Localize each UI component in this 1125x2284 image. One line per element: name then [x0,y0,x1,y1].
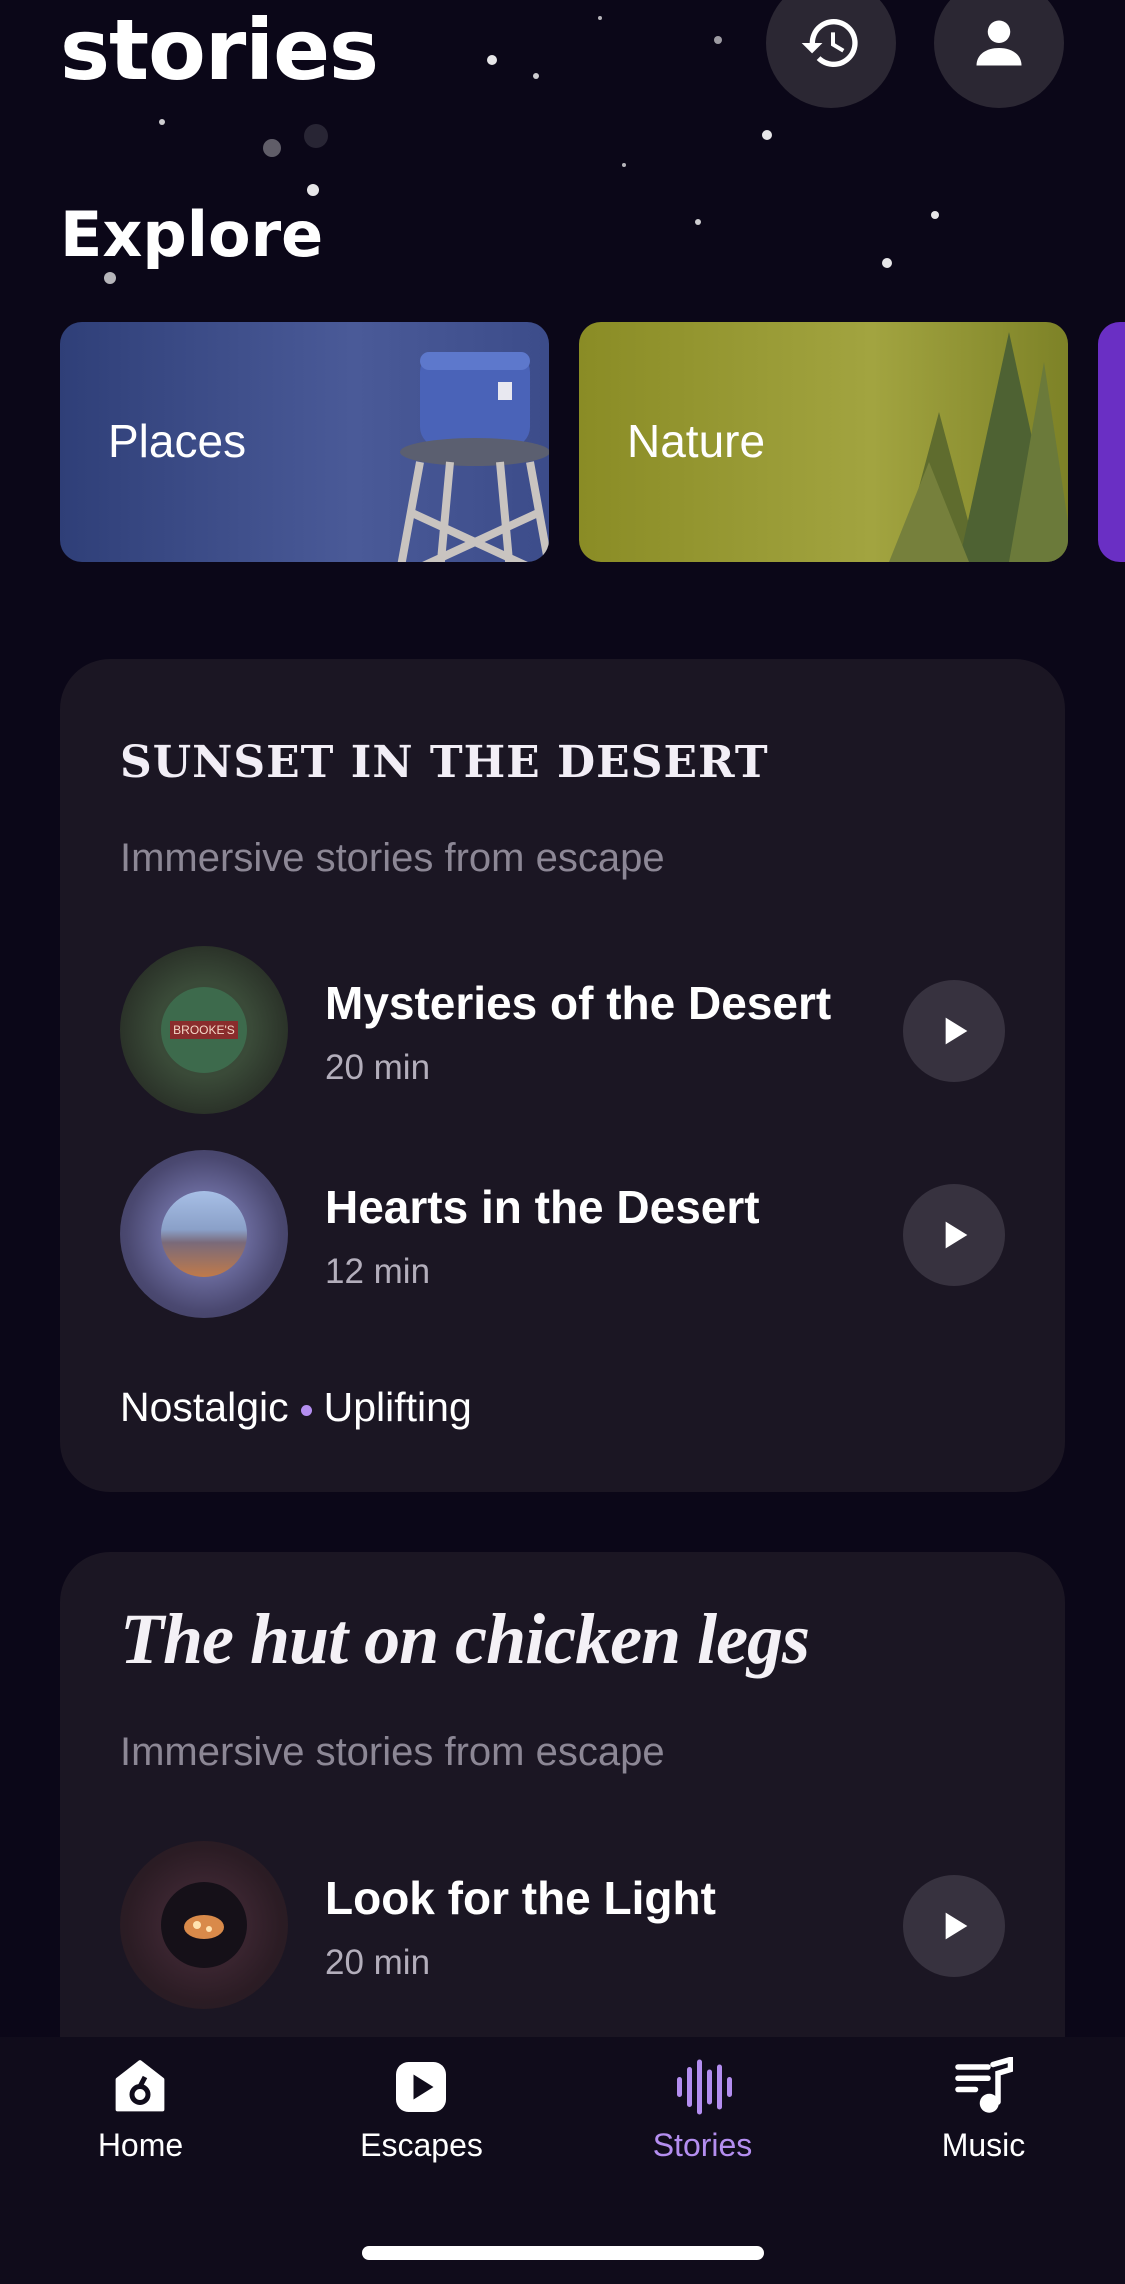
category-card-nature[interactable]: Nature [579,322,1068,562]
nav-label: Stories [652,2127,753,2163]
story-thumbnail [120,1841,288,2009]
story-duration: 20 min [325,1943,431,1982]
play-icon [945,1912,968,1940]
nav-item-music[interactable]: Music [843,2057,1124,2187]
category-card-partial[interactable] [1098,322,1125,562]
category-card-places[interactable]: Places [60,322,549,562]
story-item[interactable]: BROOKE'S Mysteries of the Desert 20 min [120,946,1005,1116]
profile-icon [976,20,1022,66]
tag: Uplifting [323,1384,472,1430]
story-thumbnail: BROOKE'S [120,946,288,1114]
play-icon [945,1221,968,1249]
collection-title: SUNSET IN THE DESERT [120,737,769,788]
category-label: Nature [627,415,766,467]
category-label: Places [108,415,247,467]
story-item[interactable]: Hearts in the Desert 12 min [120,1150,1005,1320]
home-icon [115,2060,165,2112]
app-title: stories [60,1,379,99]
play-icon [945,1017,968,1045]
story-thumbnail [120,1150,288,1318]
profile-button[interactable] [934,0,1064,108]
nav-label: Music [941,2127,1026,2163]
nav-item-stories[interactable]: Stories [562,2057,843,2187]
lantern-image [184,1915,224,1939]
story-duration: 20 min [325,1048,431,1087]
mood-tags: Nostalgic Uplifting [120,1384,472,1431]
collection-subtitle: Immersive stories from escape [120,1730,665,1774]
nav-label: Home [97,2127,184,2163]
soundwave-icon [677,2059,732,2115]
play-button[interactable] [903,980,1005,1082]
tag-separator-dot [300,1404,312,1416]
play-button[interactable] [903,1184,1005,1286]
story-item[interactable]: Look for the Light 20 min [120,1841,1005,2011]
story-duration: 12 min [325,1252,431,1291]
story-title: Mysteries of the Desert [325,977,832,1029]
play-button[interactable] [903,1875,1005,1977]
history-icon [801,19,858,67]
explore-heading: Explore [60,198,324,271]
nav-item-home[interactable]: Home [0,2057,281,2187]
thumbnail-text: BROOKE'S [170,1021,238,1039]
nav-item-escapes[interactable]: Escapes [281,2057,562,2187]
story-title: Look for the Light [325,1872,716,1924]
play-square-icon [396,2062,446,2112]
music-note-icon [955,2057,1013,2113]
story-title: Hearts in the Desert [325,1181,760,1233]
collection-card: SUNSET IN THE DESERT Immersive stories f… [60,659,1065,1492]
pine-trees-image [889,332,1068,562]
tag: Nostalgic [120,1384,289,1430]
collection-title: The hut on chicken legs [120,1599,810,1679]
water-tower-image [397,352,549,562]
nav-label: Escapes [360,2127,483,2163]
history-button[interactable] [766,0,896,108]
collection-subtitle: Immersive stories from escape [120,836,665,880]
home-indicator[interactable] [362,2246,764,2260]
